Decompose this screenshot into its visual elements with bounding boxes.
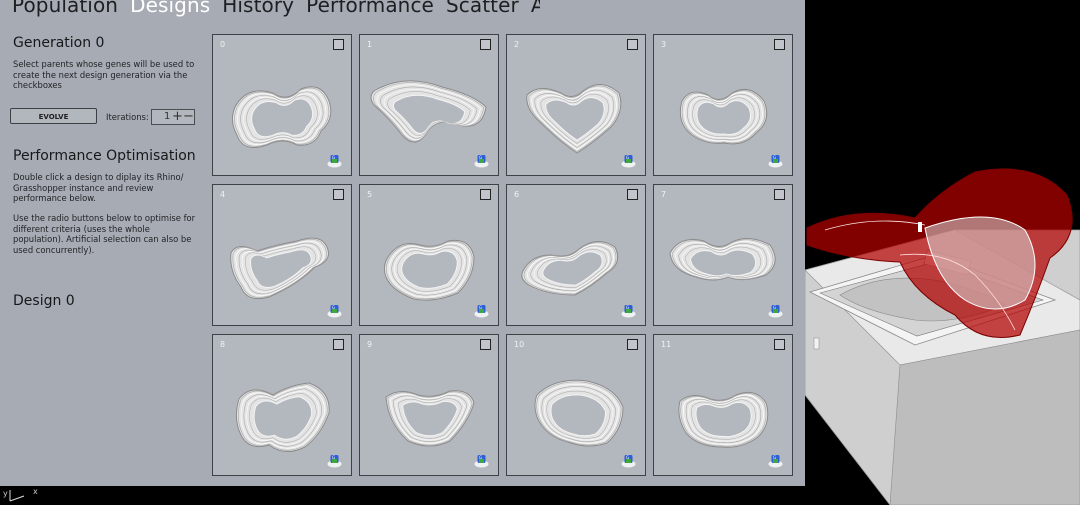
grasshopper-icon[interactable]: G bbox=[621, 453, 636, 468]
rhino-viewport[interactable] bbox=[805, 0, 1080, 505]
grasshopper-icon[interactable]: G bbox=[768, 453, 783, 468]
svg-text:G: G bbox=[773, 455, 776, 460]
tab-population[interactable]: Population bbox=[12, 0, 118, 17]
grasshopper-icon[interactable]: G bbox=[474, 153, 489, 168]
design-card[interactable]: 8G bbox=[212, 334, 352, 476]
svg-text:G: G bbox=[626, 305, 629, 310]
iterations-value: 1 bbox=[164, 111, 171, 122]
svg-text:G: G bbox=[332, 305, 335, 310]
tab-history[interactable]: History bbox=[222, 0, 294, 17]
design-card[interactable]: 0G bbox=[212, 34, 352, 176]
svg-text:G: G bbox=[479, 305, 482, 310]
design-card[interactable]: 2G bbox=[506, 34, 646, 176]
axis-gizmo: y x bbox=[3, 487, 38, 502]
design-card[interactable]: 6G bbox=[506, 184, 646, 326]
iterations-label: Iterations: bbox=[106, 112, 149, 122]
plus-icon[interactable]: + bbox=[172, 110, 183, 124]
generation-title: Generation 0 bbox=[13, 35, 105, 51]
grasshopper-icon[interactable]: G bbox=[768, 303, 783, 318]
design-card[interactable]: 11 G bbox=[653, 334, 793, 476]
svg-text:G: G bbox=[773, 305, 776, 310]
design-card[interactable]: 9G bbox=[359, 334, 499, 476]
design-card[interactable]: 3G bbox=[653, 34, 793, 176]
svg-text:G: G bbox=[479, 155, 482, 160]
design-card[interactable]: 10 G bbox=[506, 334, 646, 476]
grasshopper-icon[interactable]: G bbox=[621, 153, 636, 168]
grasshopper-icon[interactable]: G bbox=[327, 453, 342, 468]
design-explorer-panel: Population Designs History Performance Scatt… bbox=[0, 0, 805, 486]
optimisation-help-text-2: Use the radio buttons below to optimise … bbox=[13, 213, 196, 255]
svg-text:G: G bbox=[626, 155, 629, 160]
minus-icon[interactable]: − bbox=[183, 110, 194, 124]
svg-text:G: G bbox=[332, 455, 335, 460]
design-card[interactable]: 7G bbox=[653, 184, 793, 326]
design-card[interactable]: 1G bbox=[359, 34, 499, 176]
svg-text:G: G bbox=[626, 455, 629, 460]
grasshopper-icon[interactable]: G bbox=[327, 303, 342, 318]
grasshopper-icon[interactable]: G bbox=[768, 153, 783, 168]
optimisation-help-text-1: Double click a design to diplay its Rhin… bbox=[13, 172, 184, 204]
axis-y-label: y bbox=[3, 489, 8, 498]
grasshopper-icon[interactable]: G bbox=[327, 153, 342, 168]
grasshopper-icon[interactable]: G bbox=[474, 453, 489, 468]
tab-bar: Population Designs History Performance Scatt… bbox=[0, 0, 540, 25]
tab-designs[interactable]: Designs bbox=[130, 0, 210, 17]
axis-x-label: x bbox=[33, 487, 38, 496]
grasshopper-icon[interactable]: G bbox=[621, 303, 636, 318]
iterations-stepper[interactable]: 1 + − bbox=[151, 109, 195, 125]
tab-scatter[interactable]: Scatter bbox=[446, 0, 519, 17]
optimisation-title: Performance Optimisation bbox=[13, 148, 196, 164]
design-card[interactable]: 5G bbox=[359, 184, 499, 326]
svg-text:G: G bbox=[479, 455, 482, 460]
svg-text:G: G bbox=[332, 155, 335, 160]
tab-performance[interactable]: Performance bbox=[306, 0, 434, 17]
tab-about[interactable]: About bbox=[531, 0, 540, 17]
grasshopper-icon[interactable]: G bbox=[474, 303, 489, 318]
design-card[interactable]: 4G bbox=[212, 184, 352, 326]
evolve-button[interactable]: EVOLVE bbox=[10, 108, 97, 124]
generation-help-text: Select parents whose genes will be used … bbox=[13, 59, 195, 91]
design-title: Design 0 bbox=[13, 293, 75, 309]
svg-text:G: G bbox=[773, 155, 776, 160]
